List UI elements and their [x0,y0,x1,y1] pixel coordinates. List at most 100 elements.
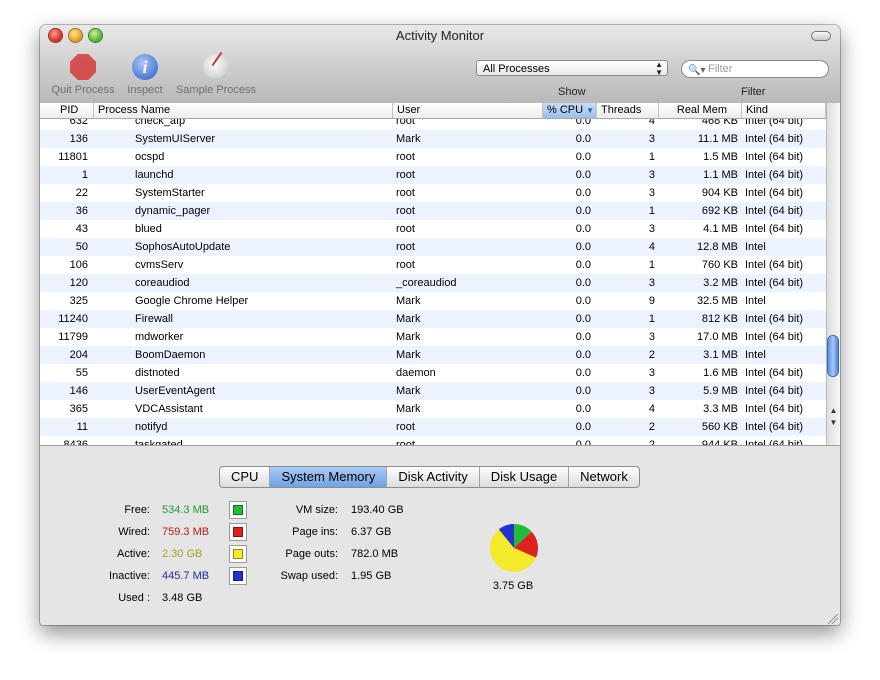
tab-cpu[interactable]: CPU [220,467,271,487]
cell-pid: 11801 [58,151,88,163]
table-row[interactable]: 146 UserEventAgent Mark 0.0 3 5.9 MB Intel (64… [40,382,826,400]
table-row[interactable]: 632 check_afp root 0.0 4 468 KB Intel (64 bit) [40,119,826,130]
cell-mem: 904 KB [701,187,738,199]
table-row[interactable]: 204 BoomDaemon Mark 0.0 2 3.1 MB Intel [40,346,826,364]
column-process-name[interactable]: Process Name [94,103,393,118]
scroll-up-arrow-icon[interactable]: ▲ [827,406,840,415]
cell-threads: 3 [648,169,655,181]
cell-cpu: 0.0 [575,349,591,361]
tab-disk-usage[interactable]: Disk Usage [480,467,570,487]
memory-wired-value: 759.3 MB [162,526,210,538]
cell-threads: 9 [648,295,655,307]
tab-disk-activity[interactable]: Disk Activity [387,467,480,487]
table-row[interactable]: 11801 ocspd root 0.0 1 1.5 MB Intel (64 bit) [40,148,826,166]
vertical-scrollbar[interactable]: ▲ ▼ [826,103,840,445]
table-row[interactable]: 22 SystemStarter root 0.0 3 904 KB Intel (64 b… [40,184,826,202]
table-row[interactable]: 50 SophosAutoUpdate root 0.0 4 12.8 MB Intel [40,238,826,256]
cell-name: SystemUIServer [135,133,216,145]
cell-name: UserEventAgent [135,385,216,397]
column-user[interactable]: User [393,103,543,118]
cell-pid: 106 [69,259,88,271]
cell-mem: 12.8 MB [697,241,738,253]
cell-cpu: 0.0 [575,439,591,445]
cell-threads: 3 [648,385,655,397]
cell-user: daemon [396,367,436,379]
cell-user: root [396,119,415,127]
filter-search-field[interactable]: 🔍▾ Filter [681,60,829,78]
table-header: PID Process Name User % CPU ▼ Threads Re… [40,103,826,119]
table-row[interactable]: 8436 taskgated root 0.0 2 944 KB Intel (64 bit… [40,436,826,445]
cell-cpu: 0.0 [575,187,591,199]
table-row[interactable]: 11799 mdworker Mark 0.0 3 17.0 MB Intel (64 bi… [40,328,826,346]
table-row[interactable]: 36 dynamic_pager root 0.0 1 692 KB Intel (64 b… [40,202,826,220]
sample-process-button[interactable]: Sample Process [174,53,258,96]
cell-mem: 944 KB [701,439,738,445]
table-row[interactable]: 365 VDCAssistant Mark 0.0 4 3.3 MB Intel (64 b… [40,400,826,418]
cell-name: check_afp [135,119,186,127]
memory-inactive-value: 445.7 MB [162,570,210,582]
cell-threads: 3 [648,367,655,379]
memory-inactive-label: Inactive: [109,570,150,582]
column-real-mem[interactable]: Real Mem [659,103,742,118]
cell-kind: Intel (64 bit) [745,223,804,235]
cell-user: Mark [396,295,421,307]
cell-user: root [396,241,415,253]
resize-grip-icon[interactable] [828,614,838,624]
cell-threads: 1 [648,205,655,217]
table-row[interactable]: 106 cvmsServ root 0.0 1 760 KB Intel (64 bit) [40,256,826,274]
inspect-button[interactable]: i Inspect [124,53,166,96]
column-threads[interactable]: Threads [597,103,659,118]
scroll-down-arrow-icon[interactable]: ▼ [827,418,840,427]
cell-kind: Intel (64 bit) [745,259,804,271]
page-ins-value: 6.37 GB [351,526,392,538]
cell-threads: 2 [648,421,655,433]
table-row[interactable]: 11 notifyd root 0.0 2 560 KB Intel (64 bit) [40,418,826,436]
cell-user: root [396,187,415,199]
memory-used-value: 3.48 GB [162,592,203,604]
cell-name: ocspd [135,151,165,163]
vm-size-label: VM size: [295,504,338,516]
cell-cpu: 0.0 [575,295,591,307]
tab-network[interactable]: Network [569,467,639,487]
stats-tab-bar: CPU System Memory Disk Activity Disk Usa… [219,466,640,488]
memory-used-label: Used : [118,592,150,604]
table-row[interactable]: 55 distnoted daemon 0.0 3 1.6 MB Intel (64 bit… [40,364,826,382]
cell-cpu: 0.0 [575,367,591,379]
quit-process-button[interactable]: Quit Process [48,53,118,96]
column-kind[interactable]: Kind [742,103,826,118]
cell-cpu: 0.0 [575,313,591,325]
scrollbar-thumb[interactable] [828,336,838,376]
cell-kind: Intel (64 bit) [745,403,804,415]
cell-pid: 632 [69,119,88,127]
activity-monitor-window: Activity Monitor Quit Process i Inspect … [40,25,840,625]
column-cpu[interactable]: % CPU ▼ [543,103,597,118]
toolbar-toggle-button[interactable] [811,31,831,41]
table-row[interactable]: 1 launchd root 0.0 3 1.1 MB Intel (64 bit) [40,166,826,184]
show-processes-select[interactable]: All Processes ▲ ▼ [476,60,668,77]
cell-kind: Intel [745,295,766,307]
cell-mem: 1.6 MB [703,367,738,379]
cell-kind: Intel (64 bit) [745,439,804,445]
cell-cpu: 0.0 [575,241,591,253]
filter-label: Filter [741,86,766,98]
cell-pid: 1 [81,169,88,181]
sample-process-label: Sample Process [175,84,257,96]
cell-name: mdworker [135,331,184,343]
tab-system-memory[interactable]: System Memory [270,467,388,487]
swap-used-label: Swap used: [280,570,338,582]
cell-kind: Intel (64 bit) [745,331,804,343]
show-processes-value: All Processes [483,63,550,75]
table-row[interactable]: 120 coreaudiod _coreaudiod 0.0 3 3.2 MB Intel … [40,274,826,292]
stop-sign-icon [70,54,96,80]
table-row[interactable]: 136 SystemUIServer Mark 0.0 3 11.1 MB Intel (6… [40,130,826,148]
table-row[interactable]: 325 Google Chrome Helper Mark 0.0 9 32.5 MB In… [40,292,826,310]
cell-mem: 1.1 MB [703,169,738,181]
cell-mem: 5.9 MB [703,385,738,397]
cell-pid: 11 [76,421,88,433]
table-row[interactable]: 43 blued root 0.0 3 4.1 MB Intel (64 bit) [40,220,826,238]
column-pid[interactable]: PID [40,103,94,118]
cell-name: Google Chrome Helper [135,295,249,307]
cell-kind: Intel (64 bit) [745,385,804,397]
table-row[interactable]: 11240 Firewall Mark 0.0 1 812 KB Intel (64 bit… [40,310,826,328]
cell-mem: 692 KB [701,205,738,217]
